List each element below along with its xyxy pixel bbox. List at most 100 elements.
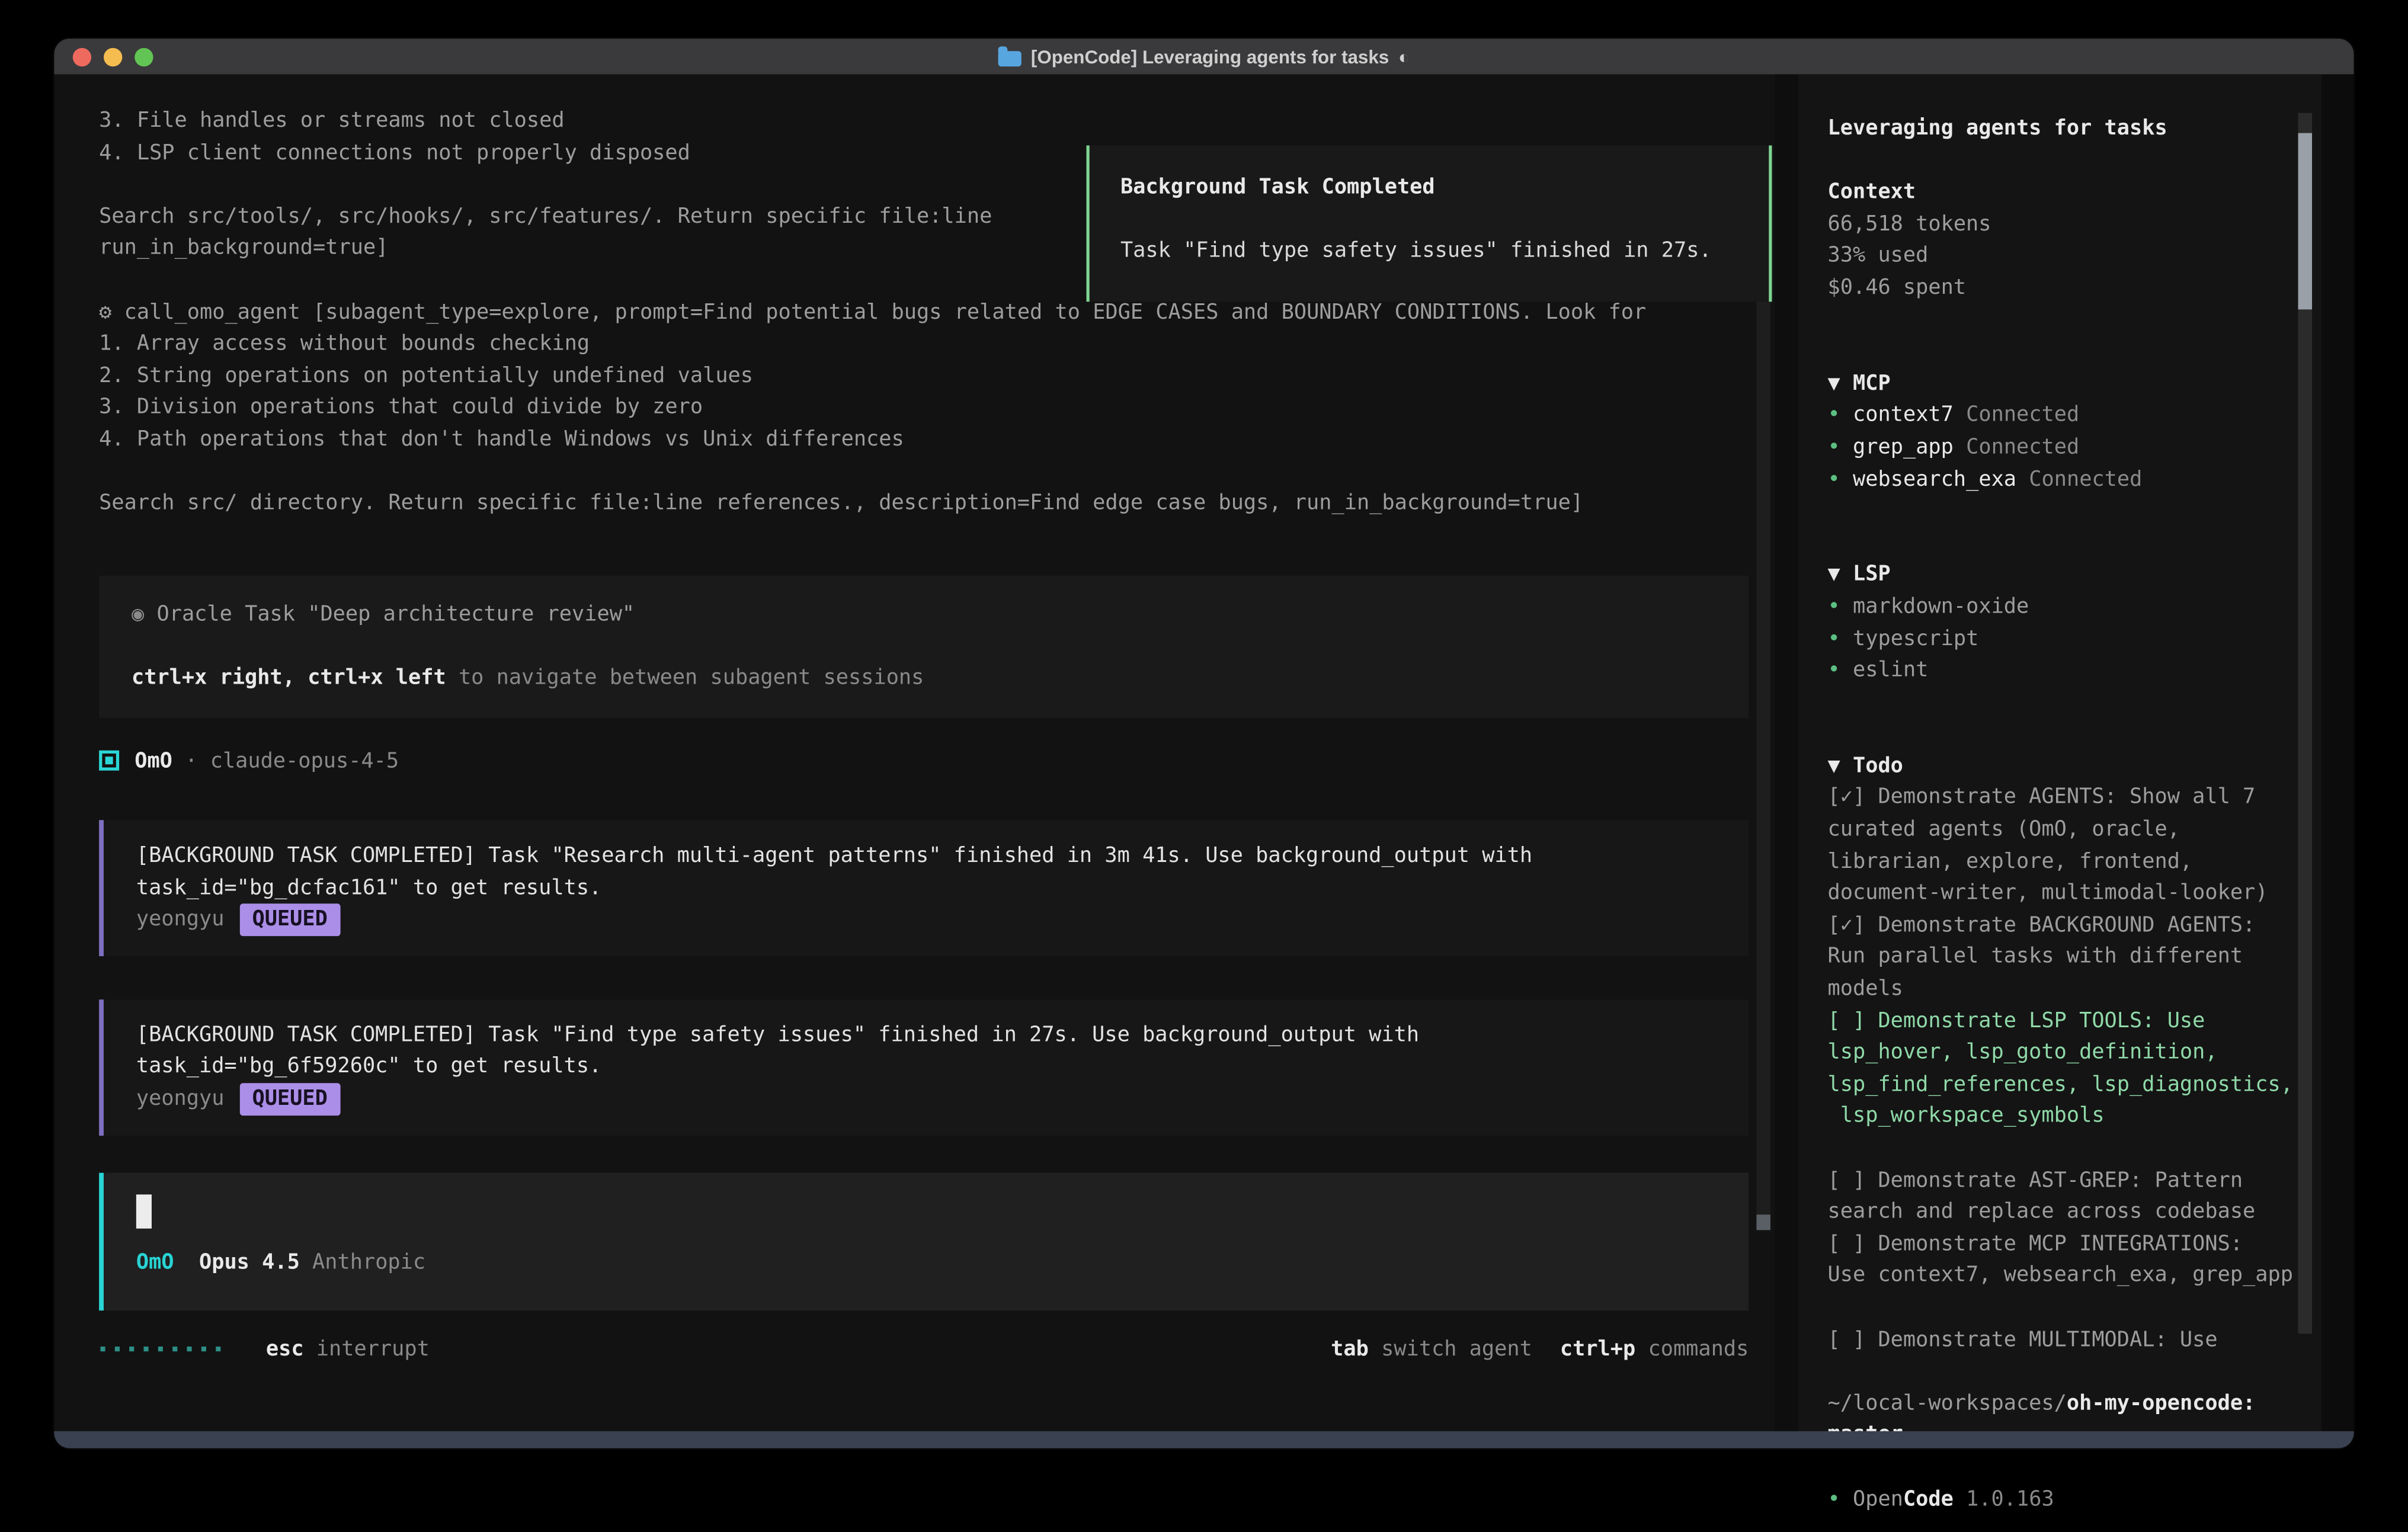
separator-dot: ·	[185, 748, 197, 773]
mcp-name	[1840, 403, 1853, 428]
status-dot-icon: •	[1828, 1486, 1840, 1511]
mcp-name	[1840, 467, 1853, 492]
todo-done-line: Run parallel tasks with different	[1828, 941, 2321, 973]
tab-key-hint: tab	[1331, 1333, 1369, 1365]
model-row: OmO Opus 4.5 Anthropic	[136, 1246, 1749, 1278]
oracle-title-line: ◉ Oracle Task "Deep architecture review"	[132, 598, 1749, 630]
background-task-toast: Background Task Completed Task "Find typ…	[1086, 146, 1772, 302]
status-badge: QUEUED	[240, 904, 340, 936]
oracle-hint-line: ctrl+x right, ctrl+x left to navigate be…	[132, 662, 1749, 694]
output-line: 3. Division operations that could divide…	[99, 392, 1775, 424]
task-user: yeongyu	[136, 907, 225, 932]
lsp-item: • typescript	[1828, 623, 2321, 655]
mcp-item: • context7 Connected	[1828, 400, 2321, 432]
context-spent: $0.46 spent	[1828, 273, 2321, 305]
input-agent-name: OmO	[136, 1249, 174, 1274]
background-task-message: [BACKGROUND TASK COMPLETED] Task "Resear…	[99, 820, 1749, 956]
lsp-name: eslint	[1853, 658, 1928, 682]
record-icon: ◉	[132, 601, 144, 626]
minimize-button[interactable]	[104, 47, 122, 66]
lsp-name: typescript	[1853, 626, 1978, 650]
todo-done-line: models	[1828, 973, 2321, 1005]
esc-key-label: interrupt	[304, 1333, 430, 1365]
ctrlp-key-label: commands	[1635, 1333, 1749, 1365]
todo-pending-line: [ ] Demonstrate MCP INTEGRATIONS:	[1828, 1228, 2321, 1260]
task-meta-line: yeongyu QUEUED	[136, 904, 1749, 936]
status-dot-icon: •	[1828, 403, 1840, 428]
title-bar	[54, 39, 2353, 74]
todo-active-line: [ ] Demonstrate LSP TOOLS: Use	[1828, 1005, 2321, 1037]
mcp-name: context7	[1853, 403, 1954, 428]
zoom-button[interactable]	[135, 47, 153, 66]
sidebar-scrollbar-thumb[interactable]	[2298, 133, 2313, 310]
lsp-name: markdown-oxide	[1853, 594, 2029, 619]
working-dots: ▪▪▪▪▪▪▪▪▪	[99, 1333, 229, 1365]
lsp-item: • markdown-oxide	[1828, 591, 2321, 623]
oracle-title: Oracle Task "Deep architecture review"	[144, 601, 635, 626]
agent-name: OmO	[135, 748, 172, 773]
todo-done-line: [✓] Demonstrate AGENTS: Show all 7	[1828, 782, 2321, 814]
output-line: Search src/ directory. Return specific f…	[99, 488, 1775, 520]
version-line: • OpenCode 1.0.163	[1828, 1483, 2321, 1515]
tool-call-text: call_omo_agent [subagent_type=explore, p…	[111, 300, 1646, 325]
main-scrollbar[interactable]	[1756, 152, 1770, 1230]
traffic-lights	[73, 47, 153, 66]
lsp-name	[1840, 594, 1853, 619]
version-number: 1.0.163	[1954, 1486, 2054, 1511]
status-badge: QUEUED	[240, 1083, 340, 1115]
status-dot-icon: •	[1828, 435, 1840, 460]
prompt-input[interactable]: OmO Opus 4.5 Anthropic	[99, 1172, 1749, 1310]
ctrlp-key-hint: ctrl+p	[1560, 1333, 1635, 1365]
workspace-path: ~/local-workspaces/oh-my-opencode:	[1828, 1387, 2321, 1419]
output-line: 4. Path operations that don't handle Win…	[99, 424, 1775, 456]
toast-body: Task "Find type safety issues" finished …	[1120, 235, 1769, 267]
window-bottom-edge	[54, 1431, 2353, 1448]
main-scrollbar-thumb-bottom[interactable]	[1756, 1214, 1770, 1230]
lsp-section-header[interactable]: ▼ LSP	[1828, 559, 2321, 591]
todo-done-line: curated agents (OmO, oracle,	[1828, 814, 2321, 846]
task-user: yeongyu	[136, 1086, 225, 1111]
mcp-name	[1840, 435, 1853, 460]
todo-active-line: lsp_workspace_symbols	[1828, 1101, 2321, 1133]
oracle-task-panel: ◉ Oracle Task "Deep architecture review"…	[99, 575, 1749, 717]
sidebar: Leveraging agents for tasks Context 66,5…	[1798, 74, 2321, 1431]
context-used: 33% used	[1828, 241, 2321, 273]
input-model: Opus 4.5	[174, 1249, 313, 1274]
mcp-name: websearch_exa	[1853, 467, 2016, 492]
esc-key-hint: esc	[266, 1333, 304, 1365]
mcp-status: Connected	[1954, 435, 2079, 460]
lsp-name	[1840, 658, 1853, 682]
background-task-message: [BACKGROUND TASK COMPLETED] Task "Find t…	[99, 999, 1749, 1135]
todo-section-header[interactable]: ▼ Todo	[1828, 750, 2321, 782]
mcp-section-header[interactable]: ▼ MCP	[1828, 368, 2321, 400]
terminal-window: [OpenCode] Leveraging agents for tasks ◐…	[54, 39, 2353, 1448]
session-title: Leveraging agents for tasks	[1828, 113, 2321, 145]
output-line: 3. File handles or streams not closed	[99, 105, 1775, 137]
mcp-status: Connected	[2016, 467, 2142, 492]
todo-pending-line: [ ] Demonstrate MULTIMODAL: Use	[1828, 1324, 2321, 1356]
agent-model	[197, 748, 210, 773]
task-line: [BACKGROUND TASK COMPLETED] Task "Resear…	[136, 840, 1749, 872]
mcp-status: Connected	[1954, 403, 2079, 428]
task-meta-line: yeongyu QUEUED	[136, 1083, 1749, 1115]
version-name-light: Open	[1840, 1486, 1903, 1511]
workspace-path-name: oh-my-opencode:	[2067, 1390, 2255, 1415]
todo-active-line: lsp_hover, lsp_goto_definition,	[1828, 1037, 2321, 1069]
todo-active-line: lsp_find_references, lsp_diagnostics,	[1828, 1069, 2321, 1101]
close-button[interactable]	[73, 47, 91, 66]
pane-divider	[1775, 74, 1798, 1431]
input-provider: Anthropic	[312, 1249, 425, 1274]
mcp-name: grep_app	[1853, 435, 1954, 460]
screen: [OpenCode] Leveraging agents for tasks ◐…	[0, 0, 2408, 1532]
todo-pending-line: search and replace across codebase	[1828, 1196, 2321, 1228]
todo-done-line: [✓] Demonstrate BACKGROUND AGENTS:	[1828, 909, 2321, 941]
agent-header: OmO · claude-opus-4-5	[99, 745, 1775, 777]
lsp-name	[1840, 626, 1853, 650]
sidebar-scrollbar[interactable]	[2298, 113, 2313, 1334]
oracle-keys: ctrl+x right, ctrl+x left	[132, 665, 446, 690]
oracle-hint: to navigate between subagent sessions	[446, 665, 924, 690]
task-line: [BACKGROUND TASK COMPLETED] Task "Find t…	[136, 1020, 1749, 1052]
output-line: 2. String operations on potentially unde…	[99, 360, 1775, 392]
text-cursor	[136, 1194, 152, 1227]
mcp-item: • grep_app Connected	[1828, 432, 2321, 464]
